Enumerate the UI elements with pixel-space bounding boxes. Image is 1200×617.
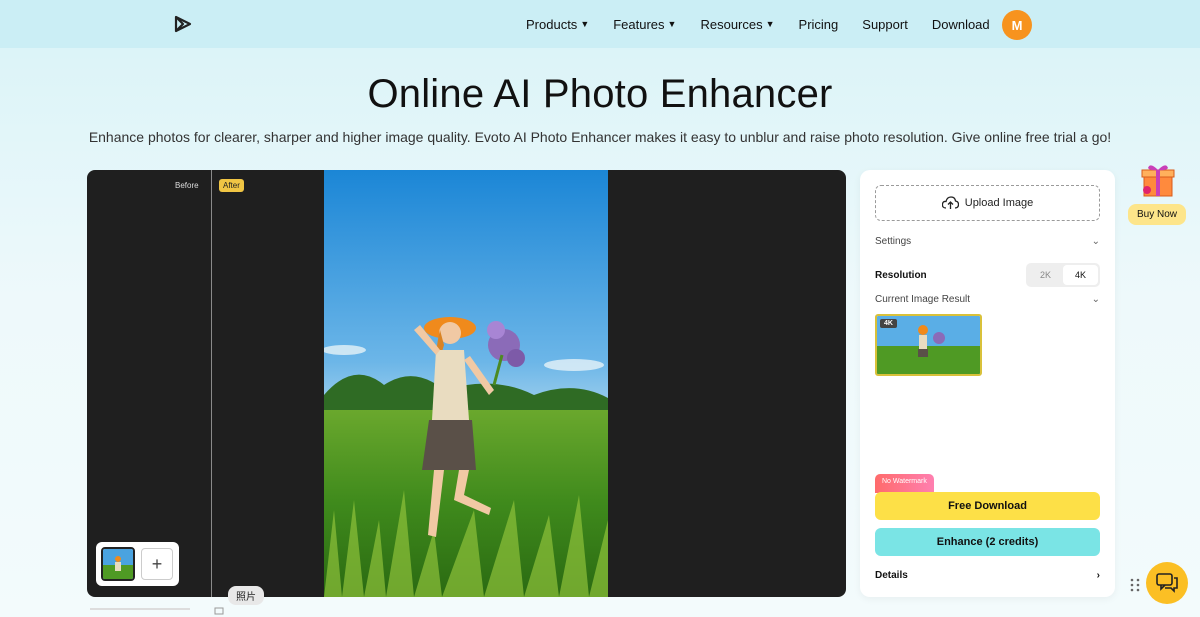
nav-item-download[interactable]: Download <box>932 17 990 32</box>
page-title: Online AI Photo Enhancer <box>367 72 833 116</box>
add-image-button[interactable]: + <box>141 548 173 580</box>
user-avatar[interactable]: M <box>1002 10 1032 40</box>
resolution-label: Resolution <box>875 269 927 281</box>
nav-item-label: Support <box>862 16 908 32</box>
thumbnail-photo <box>103 549 133 579</box>
image-thumbnail-tray: + <box>96 542 179 586</box>
image-thumbnail[interactable] <box>101 547 135 581</box>
drag-handle-icon[interactable] <box>1130 578 1140 592</box>
chevron-down-icon: ⌄ <box>1091 236 1100 247</box>
nav-menu: Products ▼ Features ▼ Resources ▼ Pricin… <box>526 0 1014 48</box>
resolution-toggle: 2K 4K <box>1026 263 1100 287</box>
details-label: Details <box>875 570 908 581</box>
current-result-label: Current Image Result <box>875 294 971 305</box>
caret-down-icon: ▼ <box>580 19 590 29</box>
before-label: Before <box>175 181 199 190</box>
image-compare-editor[interactable]: Before After + <box>87 170 846 597</box>
resolution-option-4k[interactable]: 4K <box>1063 265 1098 285</box>
current-result-toggle[interactable]: Current Image Result ⌄ <box>875 294 1100 305</box>
nav-item-features[interactable]: Features ▼ <box>613 17 676 32</box>
tooltip: 照片 <box>228 586 264 605</box>
resolution-row: Resolution 2K 4K <box>875 263 1100 287</box>
upload-image-label: Upload Image <box>964 197 1034 209</box>
top-nav: Products ▼ Features ▼ Resources ▼ Pricin… <box>0 0 1200 48</box>
caret-down-icon: ▼ <box>765 19 775 29</box>
nav-item-label: Pricing <box>798 16 839 32</box>
preview-photo <box>324 170 608 597</box>
nav-item-resources[interactable]: Resources ▼ <box>700 17 774 32</box>
result-4k-badge: 4K <box>880 319 897 328</box>
after-badge: After <box>219 179 244 192</box>
settings-panel: Upload Image Settings ⌄ Resolution 2K 4K… <box>860 170 1115 597</box>
chevron-right-icon: › <box>1096 570 1100 581</box>
details-row[interactable]: Details › <box>875 570 1100 581</box>
chevron-down-icon: ⌄ <box>1091 294 1100 305</box>
settings-section-toggle[interactable]: Settings ⌄ <box>875 236 1100 247</box>
enhance-button[interactable]: Enhance (2 credits) <box>875 528 1100 556</box>
nav-item-label: Download <box>931 16 990 32</box>
bottom-toolbar-partial <box>90 607 224 615</box>
chat-icon <box>1156 573 1178 593</box>
compare-divider-handle[interactable] <box>211 170 212 597</box>
resolution-option-2k[interactable]: 2K <box>1028 265 1063 285</box>
nav-item-products[interactable]: Products ▼ <box>526 17 589 32</box>
buy-now-button[interactable]: Buy Now <box>1128 204 1187 225</box>
evoto-logo-icon[interactable] <box>172 13 194 35</box>
nav-item-support[interactable]: Support <box>862 17 908 32</box>
result-thumbnail[interactable]: 4K <box>875 314 982 376</box>
cloud-upload-icon <box>941 196 959 209</box>
nav-item-pricing[interactable]: Pricing <box>799 17 839 32</box>
nav-item-label: Features <box>613 16 665 32</box>
page-subtitle: Enhance photos for clearer, sharper and … <box>88 129 1112 145</box>
nav-item-label: Resources <box>700 16 763 32</box>
caret-down-icon: ▼ <box>667 19 677 29</box>
nav-item-label: Products <box>526 16 578 32</box>
no-watermark-badge: No Watermark <box>875 474 934 493</box>
gift-icon[interactable] <box>1138 160 1178 200</box>
chat-support-button[interactable] <box>1146 562 1188 604</box>
upload-image-button[interactable]: Upload Image <box>875 185 1100 221</box>
free-download-button[interactable]: Free Download <box>875 492 1100 520</box>
settings-label: Settings <box>875 236 912 247</box>
